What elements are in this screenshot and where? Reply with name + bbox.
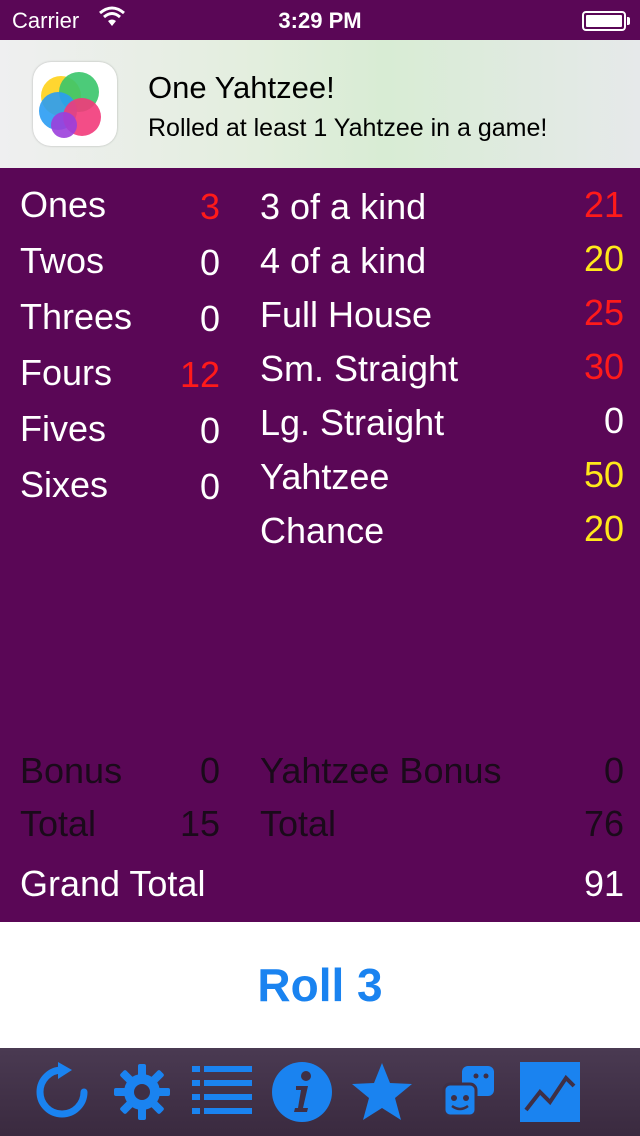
score-label-twos[interactable]: Twos [20, 241, 104, 281]
score-value-full-house[interactable]: 25 [544, 293, 624, 333]
score-label-yahtzee[interactable]: Yahtzee [260, 457, 389, 497]
score-value-four-of-a-kind[interactable]: 20 [544, 239, 624, 279]
achievement-banner[interactable]: One Yahtzee! Rolled at least 1 Yahtzee i… [0, 40, 640, 168]
score-value-threes[interactable]: 0 [150, 299, 220, 339]
lower-total-value: 76 [583, 803, 624, 844]
yahtzee-bonus-value: 0 [603, 750, 624, 791]
star-icon[interactable] [350, 1060, 414, 1124]
roll-area: Roll 3 [0, 922, 640, 1048]
refresh-icon[interactable] [30, 1060, 94, 1124]
status-time: 3:29 PM [278, 8, 362, 33]
game-center-icon [33, 62, 117, 146]
score-value-fours[interactable]: 12 [150, 355, 220, 395]
score-label-fives[interactable]: Fives [20, 409, 106, 449]
score-value-large-straight[interactable]: 0 [544, 401, 624, 441]
info-icon[interactable] [270, 1060, 334, 1124]
score-value-chance[interactable]: 20 [544, 509, 624, 549]
score-value-sixes[interactable]: 0 [150, 467, 220, 507]
upper-total-value: 15 [179, 803, 220, 844]
score-label-threes[interactable]: Threes [20, 297, 132, 337]
list-icon[interactable] [190, 1060, 254, 1124]
score-value-three-of-a-kind[interactable]: 21 [544, 185, 624, 225]
tab-bar [0, 1048, 640, 1136]
grand-total-label: Grand Total [20, 863, 206, 904]
score-label-full-house[interactable]: Full House [260, 295, 432, 335]
score-label-large-straight[interactable]: Lg. Straight [260, 403, 444, 443]
banner-title: One Yahtzee! [148, 70, 335, 105]
banner-subtitle: Rolled at least 1 Yahtzee in a game! [148, 114, 548, 142]
score-value-ones[interactable]: 3 [150, 187, 220, 227]
roll-button[interactable]: Roll 3 [0, 958, 640, 1012]
score-label-sixes[interactable]: Sixes [20, 465, 108, 505]
score-label-chance[interactable]: Chance [260, 511, 384, 551]
score-value-small-straight[interactable]: 30 [544, 347, 624, 387]
gear-icon[interactable] [110, 1060, 174, 1124]
bonus-label: Bonus [20, 750, 123, 791]
score-label-small-straight[interactable]: Sm. Straight [260, 349, 458, 389]
score-label-three-of-a-kind[interactable]: 3 of a kind [260, 187, 426, 227]
score-label-fours[interactable]: Fours [20, 353, 112, 393]
battery-icon [582, 11, 630, 31]
chart-icon[interactable] [518, 1060, 582, 1124]
score-value-yahtzee[interactable]: 50 [544, 455, 624, 495]
score-value-twos[interactable]: 0 [150, 243, 220, 283]
lower-total-label: Total [260, 803, 337, 844]
score-label-four-of-a-kind[interactable]: 4 of a kind [260, 241, 426, 281]
upper-total-label: Total [20, 803, 97, 844]
score-value-fives[interactable]: 0 [150, 411, 220, 451]
yahtzee-bonus-label: Yahtzee Bonus [260, 750, 502, 791]
grand-total-value: 91 [583, 863, 624, 904]
status-bar: Carrier 3:29 PM [0, 0, 640, 40]
score-label-ones[interactable]: Ones [20, 185, 106, 225]
bonus-value: 0 [199, 750, 220, 791]
dice-icon[interactable] [440, 1060, 504, 1124]
